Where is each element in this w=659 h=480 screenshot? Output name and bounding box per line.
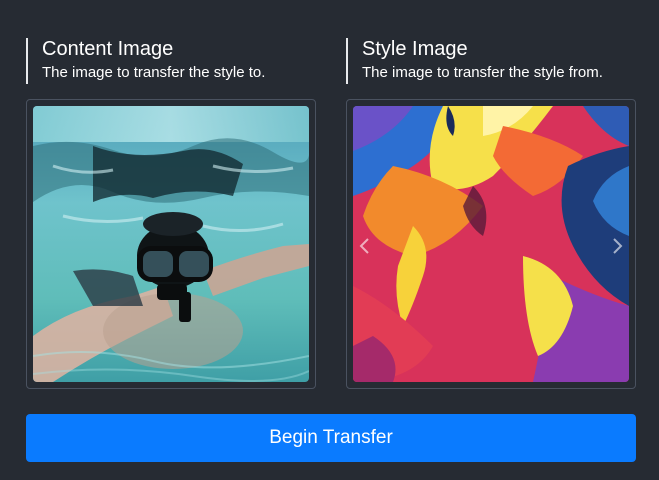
- content-image-subtitle: The image to transfer the style to.: [42, 64, 266, 81]
- chevron-right-icon: [613, 238, 623, 254]
- chevron-left-icon: [359, 238, 369, 254]
- content-image[interactable]: [33, 106, 309, 382]
- content-image-frame[interactable]: [26, 99, 316, 389]
- style-image-title: Style Image: [362, 38, 468, 60]
- style-image-subtitle: The image to transfer the style from.: [362, 64, 603, 81]
- begin-transfer-button[interactable]: Begin Transfer: [26, 414, 636, 462]
- content-image-panel: Content Image The image to transfer the …: [26, 38, 316, 389]
- style-next-arrow[interactable]: [611, 238, 623, 254]
- style-image-heading: Style Image The image to transfer the st…: [346, 38, 636, 84]
- style-image[interactable]: [353, 106, 629, 382]
- style-image-panel: Style Image The image to transfer the st…: [346, 38, 636, 389]
- style-image-frame[interactable]: [346, 99, 636, 389]
- content-image-heading: Content Image The image to transfer the …: [26, 38, 316, 84]
- style-transfer-app: Content Image The image to transfer the …: [0, 0, 659, 480]
- abstract-paint-image: [353, 106, 629, 382]
- style-prev-arrow[interactable]: [359, 238, 371, 254]
- underwater-snorkeler-image: [33, 106, 309, 382]
- content-image-title: Content Image: [42, 38, 174, 60]
